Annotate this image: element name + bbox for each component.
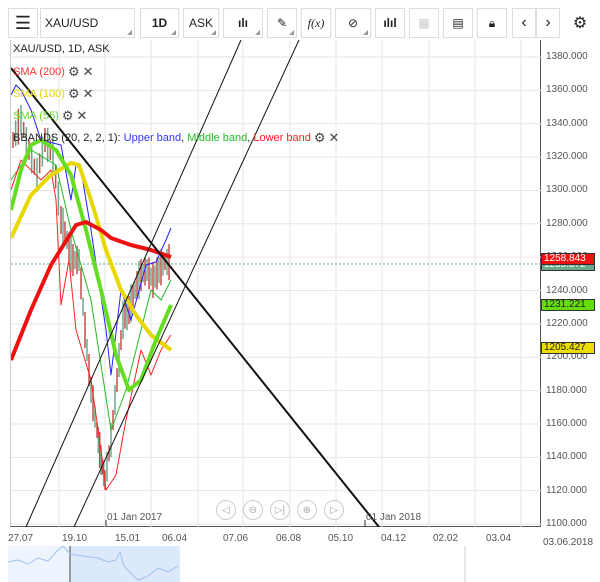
gear-icon[interactable]: ⚙: [314, 130, 326, 146]
candlestick-icon: ılı: [237, 16, 248, 30]
indicator-legend: SMA (55) ⚙ ✕: [13, 108, 87, 124]
gear-icon[interactable]: ⚙: [68, 64, 80, 80]
chart-title: XAU/USD, 1D, ASK: [13, 43, 110, 55]
y-tick-label: 1220.000: [546, 317, 588, 329]
upper-band-label: Upper band: [123, 132, 182, 144]
symbol-select[interactable]: XAU/USD: [40, 8, 135, 38]
lower-band-label: Lower band: [253, 132, 311, 144]
x-tick-label: 04.12: [381, 533, 407, 544]
gear-icon[interactable]: ⚙: [68, 86, 80, 102]
y-tick-label: 1140.000: [546, 451, 587, 463]
layout-button[interactable]: ▤: [443, 8, 473, 38]
gear-icon[interactable]: ⚙: [62, 108, 74, 124]
pan-right-button[interactable]: ▷: [324, 500, 344, 520]
close-icon[interactable]: ✕: [329, 130, 340, 146]
year-marker: 01 Jan 2017: [107, 512, 163, 523]
zoom-out-icon: ⊖: [248, 504, 258, 516]
indicators-button[interactable]: f(x): [301, 8, 331, 38]
crosshair-icon: ⊘: [347, 16, 359, 30]
y-tick-label: 1240.000: [546, 284, 588, 296]
y-tick-label: 1360.000: [546, 84, 588, 96]
pan-left-button[interactable]: ◁: [216, 500, 236, 520]
triangle-right-icon: ▷: [330, 504, 338, 516]
y-tick-label: 1100.000: [546, 518, 587, 530]
y-tick-label: 1180.000: [546, 384, 587, 396]
lock-button[interactable]: 🔒︎: [477, 8, 507, 38]
side-value: ASK: [188, 16, 213, 30]
y-tick-label: 1320.000: [546, 151, 588, 163]
x-tick-label: 19.10: [62, 533, 88, 544]
indicator-label: SMA (100): [13, 88, 65, 100]
bar-chart-icon: ılıl: [383, 16, 397, 30]
pencil-icon: ✎: [276, 16, 288, 30]
y-tick-label: 1280.000: [546, 217, 588, 229]
skip-end-icon: ▷|: [274, 504, 286, 516]
x-tick-label: 07.06: [223, 533, 249, 544]
chevron-left-icon: ‹: [521, 14, 527, 31]
bbands-lower-line: [10, 159, 172, 491]
close-icon[interactable]: ✕: [83, 64, 94, 80]
scroll-right-button[interactable]: ›: [536, 8, 560, 38]
triangle-left-icon: ◁: [222, 504, 230, 516]
year-marker: 01 Jan 2018: [366, 512, 422, 523]
x-tick-label: 06.08: [276, 533, 302, 544]
close-icon[interactable]: ✕: [83, 86, 94, 102]
y-tick-label: 1160.000: [546, 417, 587, 429]
indicator-label: SMA (55): [13, 110, 59, 122]
volume-button[interactable]: ılıl: [375, 8, 405, 38]
price-tag: 1231.221: [541, 299, 595, 312]
zoom-out-button[interactable]: ⊖: [243, 500, 263, 520]
x-tick-label: 03.04: [486, 533, 512, 544]
hamburger-icon: ☰: [14, 12, 32, 33]
x-tick-label: 15.01: [115, 533, 141, 544]
channel-line: [73, 39, 300, 528]
x-tick-label: 06.04: [162, 533, 188, 544]
bbands-label: BBANDS (20, 2, 2, 1):: [13, 132, 124, 144]
symbol-value: XAU/USD: [45, 16, 99, 30]
chart-type-button[interactable]: ılı: [223, 8, 263, 38]
price-tag: 1258.843: [541, 253, 595, 266]
menu-button[interactable]: ☰: [8, 8, 38, 38]
price-chart[interactable]: [8, 39, 542, 528]
navigator-window[interactable]: [70, 546, 180, 582]
price-tag: 1205.427: [541, 342, 595, 355]
period-value: 1D: [151, 16, 168, 30]
drawing-tools-button[interactable]: ✎: [267, 8, 297, 38]
zoom-in-icon: ⊕: [302, 504, 312, 516]
lock-icon: 🔒︎: [488, 15, 496, 30]
function-icon: f(x): [307, 15, 325, 30]
y-tick-label: 1120.000: [546, 484, 587, 496]
zoom-in-button[interactable]: ⊕: [297, 500, 317, 520]
scroll-left-button[interactable]: ‹: [512, 8, 536, 38]
chart-canvas: [8, 39, 542, 528]
navigator-history: [8, 546, 70, 582]
chevron-right-icon: ›: [545, 14, 551, 31]
gear-icon: ⚙: [572, 15, 588, 32]
y-tick-label: 1380.000: [546, 51, 588, 62]
crosshair-button[interactable]: ⊘: [335, 8, 371, 38]
close-icon[interactable]: ✕: [77, 108, 88, 124]
go-to-end-button[interactable]: ▷|: [270, 500, 290, 520]
calendar-button[interactable]: ▦: [409, 8, 439, 38]
middle-band-label: Middle band: [187, 132, 248, 144]
navigator[interactable]: [8, 546, 600, 582]
x-tick-label: 27.07: [8, 533, 34, 544]
layout-icon: ▤: [452, 16, 464, 30]
y-tick-label: 1340.000: [546, 117, 588, 129]
side-select[interactable]: ASK: [183, 8, 219, 38]
bbands-legend: BBANDS (20, 2, 2, 1): Upper band, Middle…: [13, 130, 339, 146]
y-tick-label: 1300.000: [546, 184, 588, 196]
indicator-legend: SMA (100) ⚙ ✕: [13, 86, 94, 102]
calendar-icon: ▦: [418, 16, 430, 30]
indicator-legend: SMA (200) ⚙ ✕: [13, 64, 94, 80]
indicator-label: SMA (200): [13, 66, 65, 78]
x-tick-label: 05.10: [328, 533, 354, 544]
x-tick-label: 02.02: [433, 533, 459, 544]
period-select[interactable]: 1D: [140, 8, 179, 38]
settings-button[interactable]: ⚙: [566, 8, 594, 38]
